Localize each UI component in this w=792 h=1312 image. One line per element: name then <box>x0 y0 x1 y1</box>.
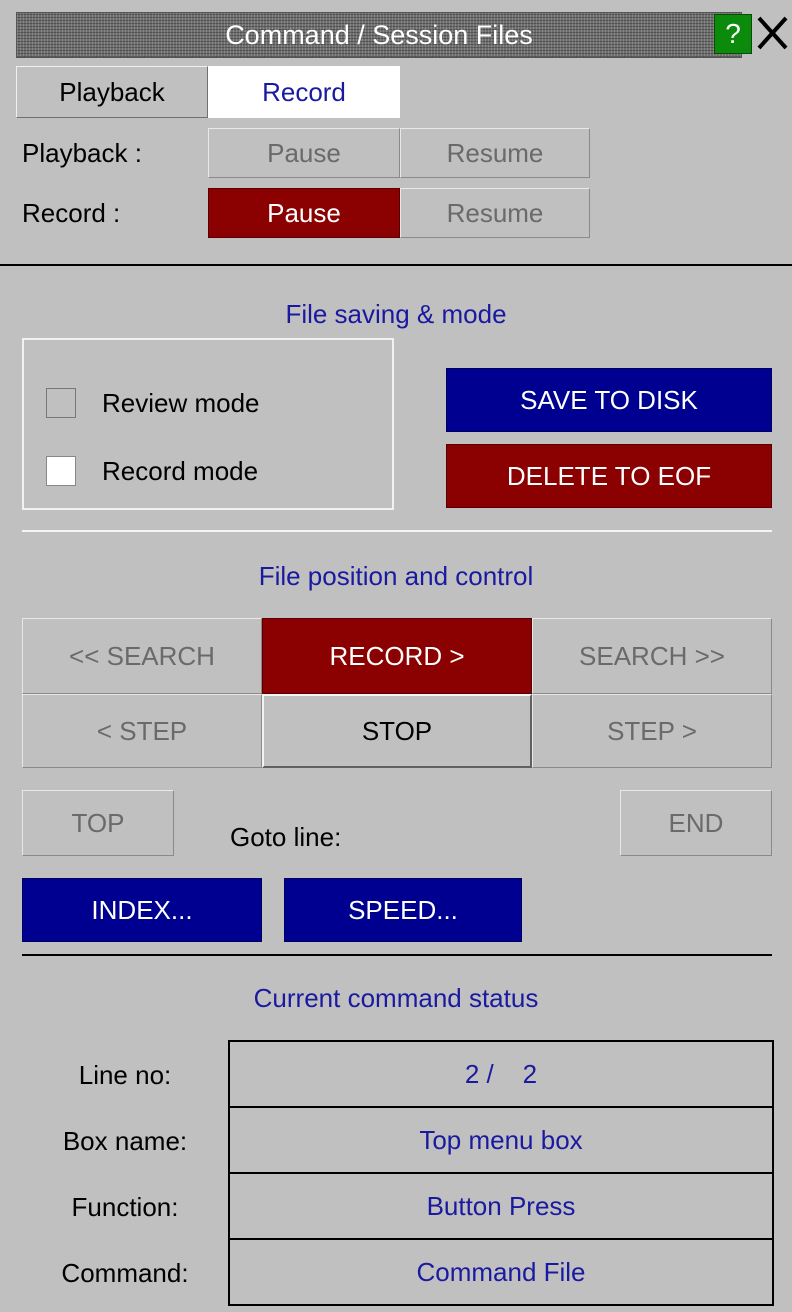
step-back-button[interactable]: < STEP <box>22 694 262 768</box>
review-mode-label: Review mode <box>102 388 260 418</box>
record-mode-label: Record mode <box>102 456 259 486</box>
step-forward-label: STEP > <box>607 715 697 746</box>
record-pause-label: Pause <box>267 197 341 228</box>
end-button[interactable]: END <box>620 790 772 856</box>
end-label: END <box>668 807 724 838</box>
playback-row-label: Playback : <box>22 138 142 168</box>
close-icon <box>757 16 788 50</box>
divider-2 <box>22 954 772 956</box>
review-mode-checkbox[interactable] <box>46 388 76 418</box>
status-value-box: Top menu box <box>228 1106 774 1174</box>
status-value-function: Button Press <box>228 1172 774 1240</box>
status-value-line: 2 / 2 <box>228 1040 774 1108</box>
search-back-label: << SEARCH <box>69 640 215 671</box>
record-forward-label: RECORD > <box>329 640 465 671</box>
delete-to-eof-button[interactable]: DELETE TO EOF <box>446 444 772 508</box>
file-position-heading: File position and control <box>258 560 534 591</box>
status-value-command: Command File <box>228 1238 774 1306</box>
record-row-label: Record : <box>22 198 121 228</box>
status-label-line: Line no: <box>78 1059 172 1090</box>
tab-playback[interactable]: Playback <box>16 66 208 118</box>
close-button[interactable] <box>752 10 792 56</box>
playback-pause-button[interactable]: Pause <box>208 128 400 178</box>
playback-pause-label: Pause <box>267 137 341 168</box>
search-forward-button[interactable]: SEARCH >> <box>532 618 772 694</box>
tab-playback-label: Playback <box>59 76 165 107</box>
record-resume-label: Resume <box>446 197 544 228</box>
save-to-disk-button[interactable]: SAVE TO DISK <box>446 368 772 432</box>
record-pause-button[interactable]: Pause <box>208 188 400 238</box>
stop-button[interactable]: STOP <box>262 694 532 768</box>
divider-1 <box>22 530 772 532</box>
playback-resume-label: Resume <box>446 137 544 168</box>
search-back-button[interactable]: << SEARCH <box>22 618 262 694</box>
status-label-function: Function: <box>71 1191 179 1222</box>
record-resume-button[interactable]: Resume <box>400 188 590 238</box>
window-title-bar: Command / Session Files <box>16 12 742 58</box>
playback-resume-button[interactable]: Resume <box>400 128 590 178</box>
speed-button[interactable]: SPEED... <box>284 878 522 942</box>
window-title: Command / Session Files <box>225 19 533 50</box>
tab-record[interactable]: Record <box>208 66 400 118</box>
help-icon: ? <box>725 18 741 49</box>
speed-label: SPEED... <box>348 894 458 925</box>
top-label: TOP <box>71 807 125 838</box>
status-heading: Current command status <box>253 982 539 1013</box>
record-forward-button[interactable]: RECORD > <box>262 618 532 694</box>
top-button[interactable]: TOP <box>22 790 174 856</box>
top-separator <box>0 264 792 266</box>
help-button[interactable]: ? <box>714 14 752 54</box>
delete-to-eof-label: DELETE TO EOF <box>506 460 712 491</box>
status-label-box: Box name: <box>62 1125 188 1156</box>
save-to-disk-label: SAVE TO DISK <box>520 384 698 415</box>
status-label-command: Command: <box>61 1257 189 1288</box>
index-label: INDEX... <box>91 894 193 925</box>
stop-label: STOP <box>361 715 433 746</box>
step-back-label: < STEP <box>96 715 188 746</box>
search-forward-label: SEARCH >> <box>579 640 725 671</box>
file-saving-heading: File saving & mode <box>285 298 507 329</box>
step-forward-button[interactable]: STEP > <box>532 694 772 768</box>
goto-line-label: Goto line: <box>230 822 342 852</box>
index-button[interactable]: INDEX... <box>22 878 262 942</box>
tab-record-label: Record <box>262 76 346 107</box>
record-mode-checkbox[interactable] <box>46 456 76 486</box>
